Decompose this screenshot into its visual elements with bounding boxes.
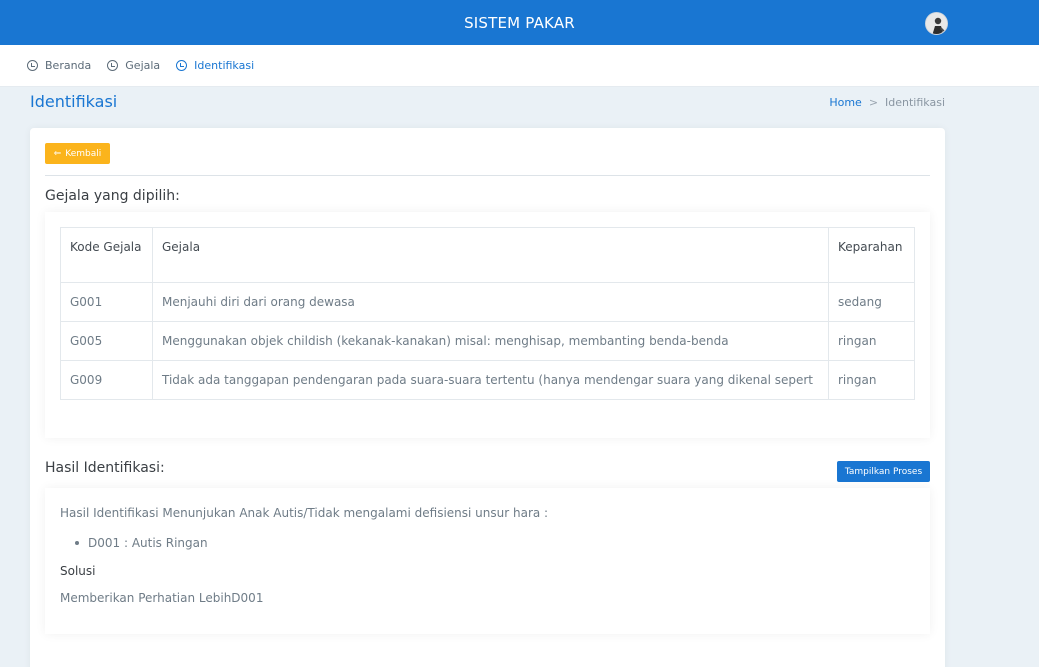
page-title: Identifikasi [30, 92, 118, 111]
symptoms-section-title: Gejala yang dipilih: [45, 188, 180, 204]
main-nav: Beranda Gejala Identifikasi [0, 45, 1039, 87]
nav-item-beranda[interactable]: Beranda [27, 59, 91, 72]
table-row: G005 Menggunakan objek childish (kekanak… [60, 321, 915, 361]
breadcrumb-home-link[interactable]: Home [829, 96, 861, 109]
cell-kode: G005 [60, 321, 153, 361]
table-row: G009 Tidak ada tanggapan pendengaran pad… [60, 360, 915, 400]
dashboard-icon [107, 60, 119, 71]
diagnosis-list-item: D001 : Autis Ringan [75, 536, 208, 550]
back-button[interactable]: ⇐ Kembali [45, 143, 110, 164]
header-kode-gejala: Kode Gejala [60, 227, 153, 283]
nav-item-gejala[interactable]: Gejala [107, 59, 160, 72]
breadcrumb: Home > Identifikasi [829, 96, 945, 109]
cell-kode: G009 [60, 360, 153, 400]
table-header-row: Kode Gejala Gejala Keparahan [60, 227, 915, 283]
app-title: SISTEM PAKAR [464, 13, 575, 32]
cell-kode: G001 [60, 282, 153, 322]
chevron-right-icon: > [868, 96, 879, 109]
bullet-icon [75, 541, 79, 545]
symptoms-panel: Kode Gejala Gejala Keparahan G001 Menjau… [45, 212, 930, 438]
cell-keparahan: ringan [828, 360, 915, 400]
top-header: SISTEM PAKAR [0, 0, 1039, 45]
nav-label: Gejala [125, 59, 161, 72]
cell-gejala: Menjauhi diri dari orang dewasa [152, 282, 829, 322]
result-intro: Hasil Identifikasi Menunjukan Anak Autis… [60, 506, 549, 520]
result-section-title: Hasil Identifikasi: [45, 460, 165, 476]
arrow-left-icon: ⇐ [53, 148, 62, 159]
cell-gejala: Tidak ada tanggapan pendengaran pada sua… [152, 360, 829, 400]
symptoms-table: Kode Gejala Gejala Keparahan G001 Menjau… [60, 227, 915, 400]
header-keparahan: Keparahan [828, 227, 915, 283]
back-button-label: Kembali [65, 148, 102, 159]
cell-keparahan: sedang [828, 282, 915, 322]
solution-label: Solusi [60, 564, 96, 578]
result-panel: Hasil Identifikasi Menunjukan Anak Autis… [45, 488, 930, 634]
cell-gejala: Menggunakan objek childish (kekanak-kana… [152, 321, 829, 361]
user-avatar[interactable] [925, 12, 948, 35]
dashboard-icon [27, 60, 38, 71]
content-card: ⇐ Kembali Gejala yang dipilih: Kode Geja… [30, 128, 945, 667]
show-process-button[interactable]: Tampilkan Proses [837, 461, 930, 482]
table-row: G001 Menjauhi diri dari orang dewasa sed… [60, 282, 915, 322]
dashboard-icon [176, 60, 188, 71]
breadcrumb-current: Identifikasi [885, 96, 945, 109]
diagnosis-text: D001 : Autis Ringan [88, 536, 208, 550]
nav-label: Identifikasi [194, 59, 255, 72]
nav-item-identifikasi[interactable]: Identifikasi [176, 59, 254, 72]
header-gejala: Gejala [152, 227, 829, 283]
divider [45, 175, 930, 176]
cell-keparahan: ringan [828, 321, 915, 361]
nav-label: Beranda [45, 59, 92, 72]
solution-text: Memberikan Perhatian LebihD001 [60, 591, 264, 605]
